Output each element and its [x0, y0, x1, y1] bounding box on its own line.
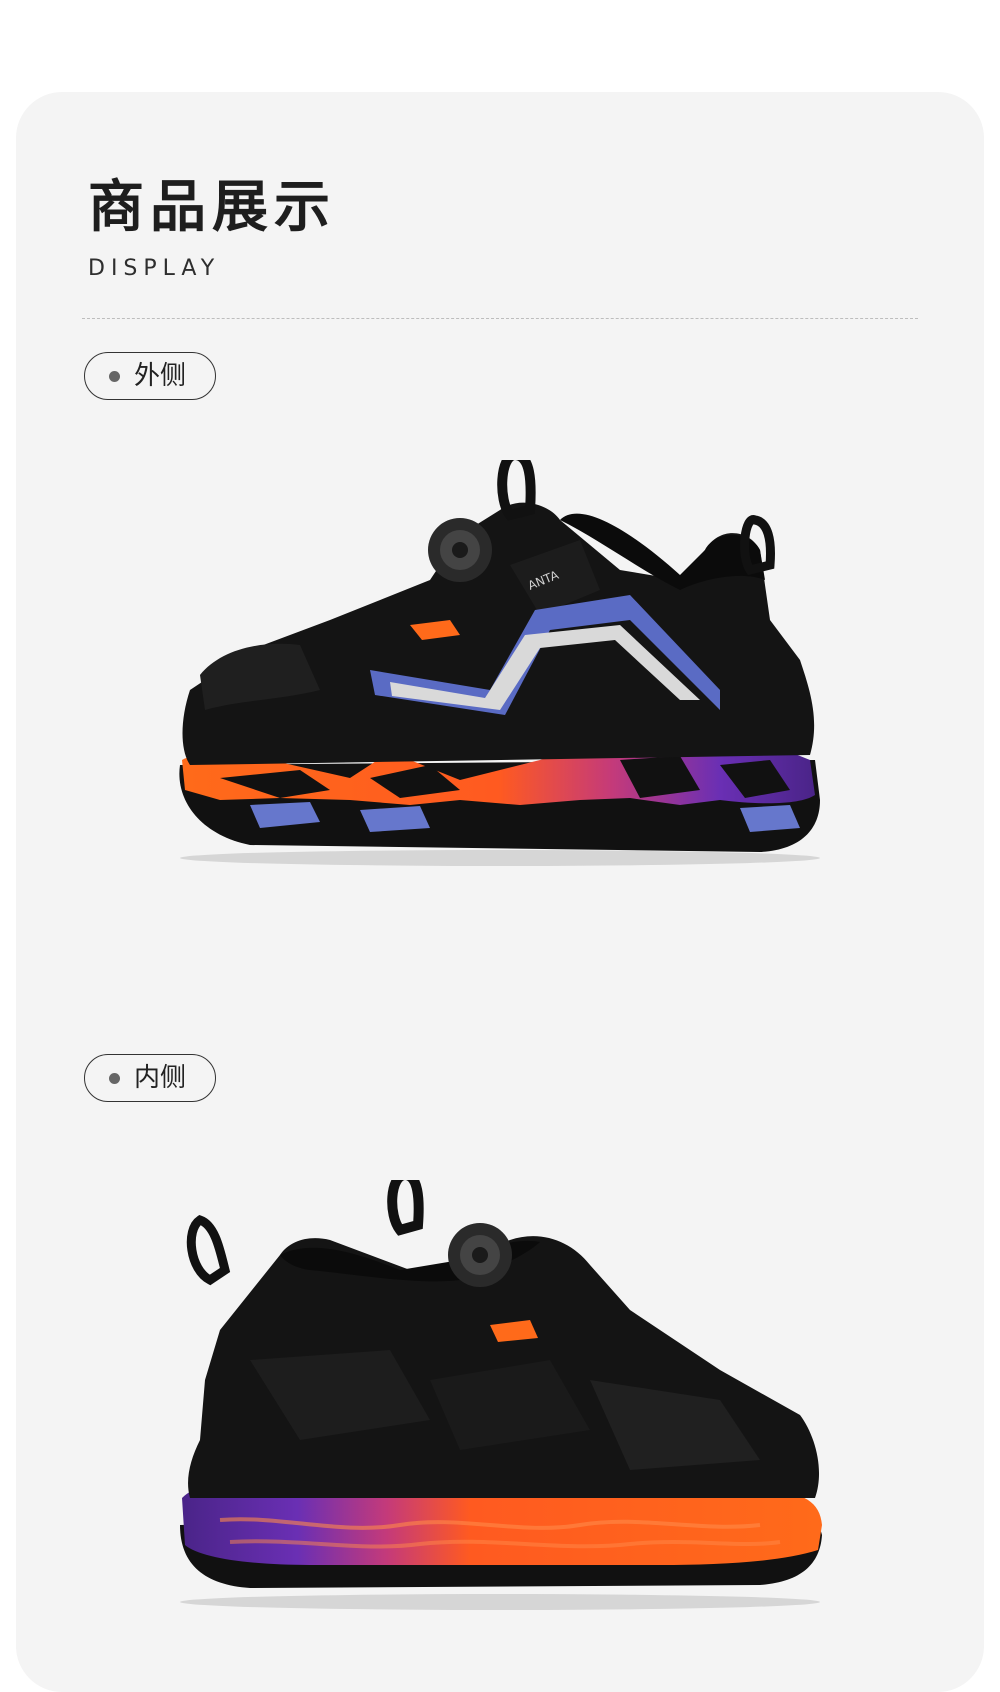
- shoe-outer-illustration: ANTA: [179, 460, 820, 866]
- view-tag-outer: 外侧: [84, 352, 216, 400]
- section-subtitle: DISPLAY: [88, 256, 221, 281]
- shoe-inner-illustration: [180, 1180, 822, 1610]
- bullet-dot-icon: [109, 1072, 120, 1084]
- shoe-outer-side-image: ANTA: [160, 460, 840, 880]
- view-tag-inner: 内侧: [84, 1054, 216, 1102]
- section-title: 商品展示: [88, 175, 336, 240]
- bullet-dot-icon: [109, 370, 120, 382]
- dashed-divider: [82, 318, 918, 319]
- view-tag-inner-label: 内侧: [134, 1063, 187, 1093]
- shoe-inner-side-image: [160, 1180, 840, 1620]
- view-tag-outer-label: 外侧: [134, 361, 187, 391]
